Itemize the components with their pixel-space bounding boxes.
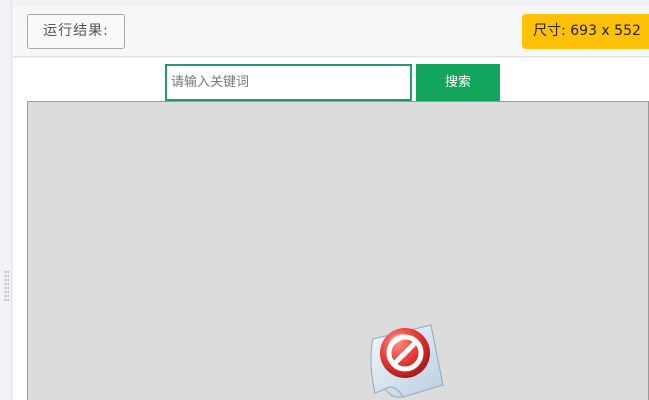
app-window: 运行结果: 尺寸: 693 x 552 搜索 [0, 0, 649, 400]
search-input[interactable] [165, 64, 412, 101]
result-content: 搜索 [13, 58, 649, 400]
result-toolbar: 运行结果: 尺寸: 693 x 552 [13, 6, 649, 57]
preview-frame [27, 101, 649, 400]
size-badge: 尺寸: 693 x 552 [522, 14, 649, 49]
blocked-plugin-icon [370, 324, 444, 398]
run-result-button[interactable]: 运行结果: [27, 14, 125, 49]
splitter-grip-icon[interactable] [4, 270, 9, 302]
left-splitter[interactable] [0, 0, 12, 400]
search-button[interactable]: 搜索 [416, 64, 500, 101]
